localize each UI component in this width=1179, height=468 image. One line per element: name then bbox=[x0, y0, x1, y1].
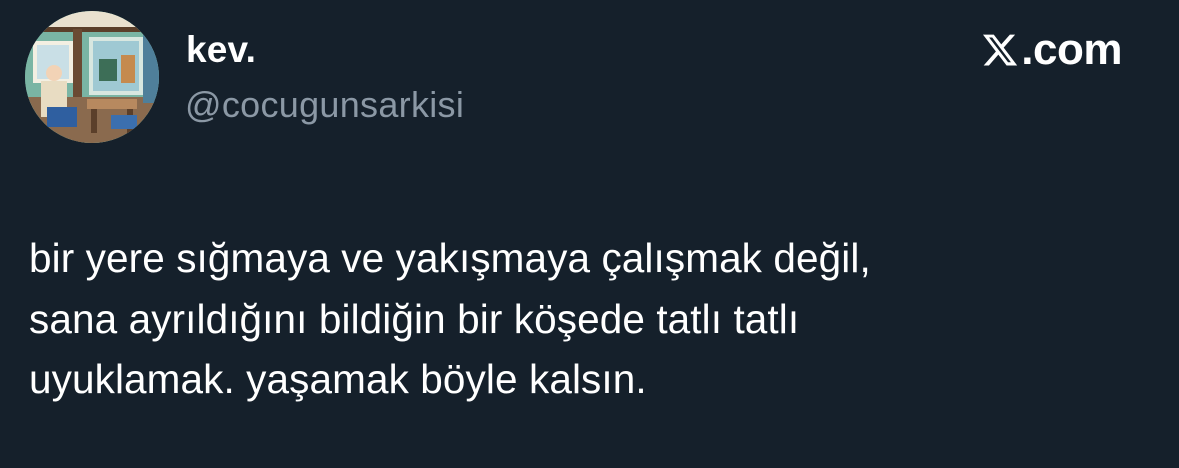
display-name[interactable]: kev. bbox=[186, 28, 256, 72]
tweet-line: uyuklamak. yaşamak böyle kalsın. bbox=[29, 356, 647, 402]
tweet-text: bir yere sığmaya ve yakışmaya çalışmak d… bbox=[29, 228, 1149, 410]
illustrated-room-avatar-icon bbox=[25, 11, 159, 143]
brand-watermark: .com bbox=[981, 27, 1122, 73]
user-handle[interactable]: @cocugunsarkisi bbox=[185, 84, 464, 126]
tweet-line: bir yere sığmaya ve yakışmaya çalışmak d… bbox=[29, 235, 871, 281]
x-logo-icon bbox=[981, 31, 1019, 69]
avatar[interactable] bbox=[25, 11, 159, 143]
tweet-card: kev. @cocugunsarkisi .com bir yere sığma… bbox=[0, 0, 1179, 468]
tweet-line: sana ayrıldığını bildiğin bir köşede tat… bbox=[29, 295, 800, 342]
brand-domain-text: .com bbox=[1021, 25, 1122, 74]
